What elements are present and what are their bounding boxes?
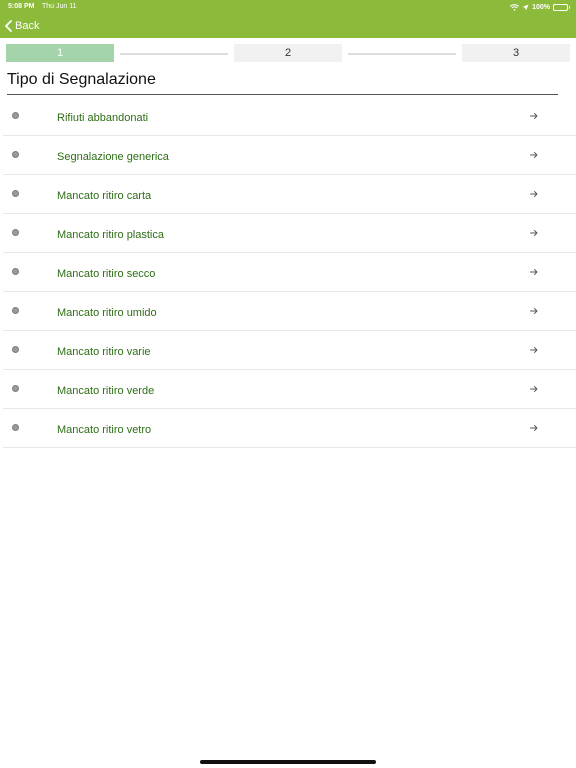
home-indicator <box>200 760 376 764</box>
top-bar: 5:08 PM Thu Jun 11 100% Back <box>0 0 576 38</box>
arrow-right-icon <box>530 386 538 392</box>
list-item-label: Mancato ritiro vetro <box>57 424 152 436</box>
list-item-label: Segnalazione generica <box>57 151 169 163</box>
back-label: Back <box>15 20 40 32</box>
status-indicators: 100% <box>510 2 570 12</box>
list-item[interactable]: Mancato ritiro verde <box>3 370 576 409</box>
list-item-label: Mancato ritiro umido <box>57 307 157 319</box>
list-item[interactable]: Mancato ritiro plastica <box>3 214 576 253</box>
location-arrow-icon <box>522 4 529 10</box>
arrow-right-icon <box>530 230 538 236</box>
list-item[interactable]: Mancato ritiro carta <box>3 175 576 214</box>
stepper: 1 2 3 <box>0 44 576 62</box>
list-item[interactable]: Mancato ritiro umido <box>3 292 576 331</box>
page-title: Tipo di Segnalazione <box>7 71 156 88</box>
arrow-right-icon <box>530 425 538 431</box>
report-type-list: Rifiuti abbandonati Segnalazione generic… <box>3 97 576 448</box>
arrow-right-icon <box>530 347 538 353</box>
radio-dot-icon[interactable] <box>12 151 19 158</box>
arrow-right-icon <box>530 113 538 119</box>
status-time: 5:08 PM <box>8 3 35 10</box>
title-divider <box>7 94 558 95</box>
list-item-label: Mancato ritiro plastica <box>57 229 164 241</box>
arrow-right-icon <box>530 191 538 197</box>
step-connector <box>120 53 228 55</box>
back-button[interactable]: Back <box>5 18 39 34</box>
chevron-left-icon <box>5 20 12 32</box>
step-connector <box>348 53 456 55</box>
radio-dot-icon[interactable] <box>12 346 19 353</box>
radio-dot-icon[interactable] <box>12 307 19 314</box>
radio-dot-icon[interactable] <box>12 385 19 392</box>
wifi-icon <box>510 3 520 11</box>
list-item[interactable]: Mancato ritiro varie <box>3 331 576 370</box>
arrow-right-icon <box>530 308 538 314</box>
list-item-label: Mancato ritiro secco <box>57 268 156 280</box>
radio-dot-icon[interactable] <box>12 268 19 275</box>
list-item[interactable]: Rifiuti abbandonati <box>3 97 576 136</box>
list-item[interactable]: Segnalazione generica <box>3 136 576 175</box>
step-2[interactable]: 2 <box>234 44 342 62</box>
step-1[interactable]: 1 <box>6 44 114 62</box>
list-item[interactable]: Mancato ritiro secco <box>3 253 576 292</box>
battery-percent: 100% <box>532 3 550 11</box>
radio-dot-icon[interactable] <box>12 229 19 236</box>
status-date: Thu Jun 11 <box>42 3 77 10</box>
battery-icon <box>553 3 570 11</box>
list-item-label: Mancato ritiro carta <box>57 190 152 202</box>
step-3[interactable]: 3 <box>462 44 570 62</box>
radio-dot-icon[interactable] <box>12 424 19 431</box>
list-item-label: Mancato ritiro verde <box>57 385 155 397</box>
list-item-label: Mancato ritiro varie <box>57 346 151 358</box>
list-item-label: Rifiuti abbandonati <box>57 112 149 124</box>
list-item[interactable]: Mancato ritiro vetro <box>3 409 576 448</box>
radio-dot-icon[interactable] <box>12 190 19 197</box>
radio-dot-icon[interactable] <box>12 112 19 119</box>
arrow-right-icon <box>530 269 538 275</box>
arrow-right-icon <box>530 152 538 158</box>
